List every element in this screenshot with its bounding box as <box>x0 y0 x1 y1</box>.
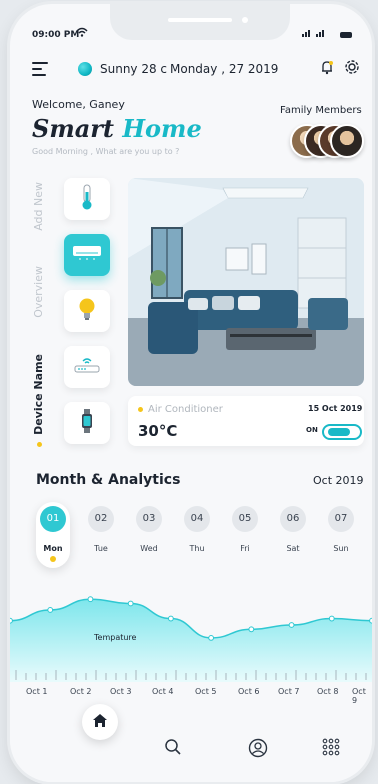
day-label: Fri <box>240 544 250 553</box>
power-state-label: ON <box>306 426 318 434</box>
apps-grid-nav-icon[interactable] <box>322 738 340 761</box>
day-selector-05[interactable]: 05 Fri <box>228 502 262 568</box>
chart-point <box>208 635 215 641</box>
analytics-month-selector[interactable]: Oct 2019 <box>313 474 364 487</box>
day-number: 04 <box>184 506 210 532</box>
device-air-conditioner-button[interactable] <box>64 234 110 276</box>
x-axis-label: Oct 8 <box>317 687 339 696</box>
router-icon <box>73 355 101 380</box>
phone-notch <box>110 4 290 40</box>
x-axis-label: Oct 1 <box>26 687 48 696</box>
family-avatars[interactable] <box>290 124 364 158</box>
device-temperature: 30°C <box>138 422 178 440</box>
avatar[interactable] <box>330 124 364 158</box>
device-thermometer-button[interactable] <box>64 178 110 220</box>
day-number: 06 <box>280 506 306 532</box>
day-number: 03 <box>136 506 162 532</box>
battery-icon <box>340 32 352 38</box>
device-smartwatch-button[interactable] <box>64 402 110 444</box>
chart-point <box>369 617 372 624</box>
day-selector-02[interactable]: 02 Tue <box>84 502 118 568</box>
device-router-button[interactable] <box>64 346 110 388</box>
chart-point <box>288 622 295 628</box>
x-axis-label: Oct 7 <box>278 687 300 696</box>
chart-point <box>328 615 335 622</box>
wifi-icon <box>76 27 88 40</box>
day-selector-03[interactable]: 03 Wed <box>132 502 166 568</box>
title-home: Home <box>122 114 202 143</box>
day-selector-04[interactable]: 04 Thu <box>180 502 214 568</box>
day-label: Mon <box>43 544 63 553</box>
header-date: Monday , 27 2019 <box>170 62 279 76</box>
home-icon <box>92 713 108 732</box>
signal-icon <box>302 29 332 39</box>
active-tab-dot <box>37 442 42 447</box>
chart-point <box>248 626 255 633</box>
analytics-title: Month & Analytics <box>36 472 181 488</box>
tab-overview[interactable]: Overview <box>32 266 45 318</box>
notification-bell-icon[interactable] <box>320 60 334 79</box>
settings-gear-icon[interactable] <box>344 59 360 79</box>
day-label: Thu <box>189 544 205 553</box>
phone-frame: 09:00 PM Sunny 28 c Monday , 27 2019 Wel… <box>10 4 372 782</box>
x-axis-label: Oct 5 <box>195 687 217 696</box>
status-dot <box>138 407 143 412</box>
day-number: 01 <box>40 506 66 532</box>
chart-point <box>10 617 13 624</box>
thermometer-icon <box>80 184 94 215</box>
day-number: 07 <box>328 506 354 532</box>
device-name: Air Conditioner <box>148 404 223 415</box>
bottom-nav <box>10 716 372 782</box>
x-axis-label: Oct 4 <box>152 687 174 696</box>
day-label: Sat <box>286 544 300 553</box>
device-date: 15 Oct 2019 <box>308 404 363 413</box>
title-smart: Smart <box>32 114 115 143</box>
menu-icon[interactable] <box>32 62 48 76</box>
day-selector-07[interactable]: 07 Sun <box>324 502 358 568</box>
x-axis-label: Oct 6 <box>238 687 260 696</box>
x-axis-label: Oct 2 <box>70 687 92 696</box>
search-nav-icon[interactable] <box>164 738 182 761</box>
series-label: Tempature <box>93 633 137 642</box>
room-photo <box>128 178 364 386</box>
weather-text: Sunny 28 c <box>100 62 168 76</box>
profile-nav-icon[interactable] <box>248 738 268 763</box>
welcome-text: Welcome, Ganey <box>32 98 125 111</box>
family-members-label: Family Members <box>280 105 362 116</box>
weather-globe-icon <box>78 62 92 76</box>
chart-point <box>127 600 134 607</box>
page-title: Smart Home <box>32 114 202 143</box>
chart-point <box>47 607 54 613</box>
greeting-subtitle: Good Morning , What are you up to ? <box>32 147 180 156</box>
x-axis-label: Oct 9 <box>352 687 366 705</box>
air-conditioner-card[interactable]: Air Conditioner 30°C 15 Oct 2019 ON <box>128 396 364 446</box>
day-selector-01[interactable]: 01 Mon <box>36 502 70 568</box>
day-selector-06[interactable]: 06 Sat <box>276 502 310 568</box>
chart-point <box>167 615 174 622</box>
chart-point <box>87 596 94 603</box>
temperature-area-chart: Tempature <box>10 596 372 682</box>
x-axis-label: Oct 3 <box>110 687 132 696</box>
tab-device-name[interactable]: Device Name <box>32 354 45 435</box>
smartwatch-icon <box>80 408 94 438</box>
day-label: Sun <box>333 544 349 553</box>
status-time: 09:00 PM <box>32 30 80 40</box>
air-conditioner-icon <box>72 245 102 266</box>
day-label: Tue <box>94 544 108 553</box>
tab-add-new[interactable]: Add New <box>32 182 45 231</box>
light-bulb-icon <box>78 297 96 326</box>
day-number: 02 <box>88 506 114 532</box>
day-label: Wed <box>140 544 158 553</box>
x-axis-ticks <box>15 670 367 680</box>
day-number: 05 <box>232 506 258 532</box>
power-toggle[interactable] <box>322 424 362 440</box>
active-day-dot <box>50 556 56 562</box>
home-nav-button[interactable] <box>82 704 118 740</box>
device-light-bulb-button[interactable] <box>64 290 110 332</box>
